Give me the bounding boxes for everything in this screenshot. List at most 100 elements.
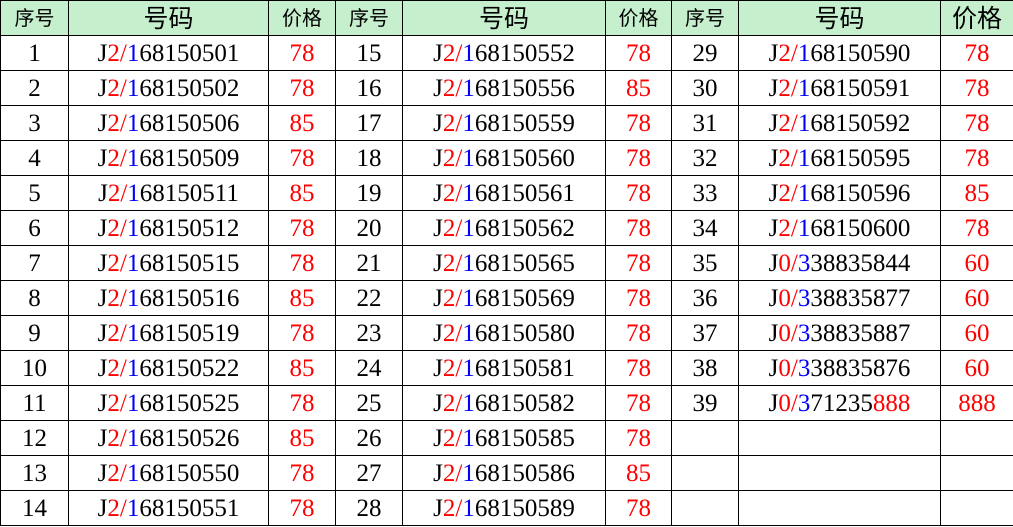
code-slash: / <box>119 389 127 417</box>
price-cell: 78 <box>940 105 1013 141</box>
code-blue-digit: 1 <box>126 249 140 277</box>
code-slash: / <box>119 144 127 172</box>
code-red-digit: 0 <box>778 249 791 277</box>
code-red-digit: 2 <box>442 494 456 522</box>
code-red-digit: 2 <box>107 144 120 172</box>
code-prefix: J <box>97 39 108 67</box>
serial-cell: 23 <box>335 315 403 351</box>
number-cell: J2/168150565 <box>402 245 606 281</box>
code-blue-digit: 1 <box>462 459 475 487</box>
serial-cell: 7 <box>0 245 69 281</box>
number-cell: J2/168150600 <box>738 210 941 246</box>
price-cell: 78 <box>940 70 1013 106</box>
table-row: 8 J2/168150516 85 22 J2/168150569 78 36 J0/3388… <box>0 280 1013 316</box>
number-cell: J2/168150509 <box>68 140 269 176</box>
serial-cell: 4 <box>0 140 69 176</box>
code-slash: / <box>119 39 127 67</box>
code-slash: / <box>790 179 798 207</box>
serial-cell: 33 <box>671 175 739 211</box>
number-cell: J2/168150589 <box>402 490 606 526</box>
code-digits: 68150565 <box>474 249 575 277</box>
code-digits: 68150589 <box>474 494 575 522</box>
serial-cell: 18 <box>335 140 403 176</box>
number-cell: J0/338835877 <box>738 280 941 316</box>
code-red-digit: 2 <box>442 319 456 347</box>
code-red-digit: 2 <box>107 459 120 487</box>
price-cell: 78 <box>605 140 672 176</box>
code-blue-digit: 1 <box>126 284 140 312</box>
code-digits: 68150552 <box>474 39 575 67</box>
table-row: 12 J2/168150526 85 26 J2/168150585 78 <box>0 420 1013 456</box>
code-blue-digit: 1 <box>462 424 475 452</box>
price-cell: 78 <box>268 140 336 176</box>
number-cell: J2/168150506 <box>68 105 269 141</box>
serial-cell: 27 <box>335 455 403 491</box>
code-red-digit: 2 <box>442 74 456 102</box>
serial-cell <box>671 455 739 491</box>
number-cell: J2/168150522 <box>68 350 269 386</box>
price-cell: 78 <box>940 140 1013 176</box>
price-cell: 85 <box>268 280 336 316</box>
number-cell: J2/168150516 <box>68 280 269 316</box>
code-red-digit: 2 <box>107 179 121 207</box>
code-slash: / <box>790 109 798 137</box>
serial-cell: 36 <box>671 280 739 316</box>
code-prefix: J <box>768 214 779 242</box>
serial-cell: 24 <box>335 350 403 386</box>
price-cell: 60 <box>940 280 1013 316</box>
number-cell: J2/168150501 <box>68 35 269 71</box>
price-cell: 78 <box>268 245 336 281</box>
serial-cell: 30 <box>671 70 739 106</box>
code-prefix: J <box>97 144 108 172</box>
code-red-digit: 2 <box>778 39 791 67</box>
price-cell: 78 <box>268 35 336 71</box>
code-red-digit: 2 <box>442 354 456 382</box>
code-prefix: J <box>97 214 108 242</box>
serial-cell: 39 <box>671 385 739 421</box>
header-number: 号码 <box>402 0 606 36</box>
code-blue-digit: 1 <box>462 354 475 382</box>
code-blue-digit: 1 <box>126 39 140 67</box>
code-blue-digit: 1 <box>462 249 475 277</box>
code-digits: 68150562 <box>474 214 575 242</box>
number-cell: J2/168150581 <box>402 350 606 386</box>
code-red-digit: 2 <box>778 74 791 102</box>
number-cell: J2/168150526 <box>68 420 269 456</box>
number-cell: J2/168150586 <box>402 455 606 491</box>
code-digits: 71235 <box>810 389 873 417</box>
number-cell: J2/168150585 <box>402 420 606 456</box>
code-blue-digit: 1 <box>127 179 140 207</box>
code-digits: 68150509 <box>139 144 240 172</box>
code-digits: 68150586 <box>474 459 575 487</box>
price-cell: 78 <box>605 175 672 211</box>
code-prefix: J <box>433 459 443 487</box>
code-slash: / <box>790 249 798 277</box>
serial-cell: 6 <box>0 210 69 246</box>
code-digits: 68150511 <box>139 179 239 207</box>
serial-cell: 13 <box>0 455 69 491</box>
code-red-digit: 2 <box>107 39 120 67</box>
serial-cell: 25 <box>335 385 403 421</box>
serial-cell: 5 <box>0 175 69 211</box>
price-cell: 78 <box>268 70 336 106</box>
table-body: 1 J2/168150501 78 15 J2/168150552 78 29 J2/1681… <box>0 35 1013 526</box>
code-blue-digit: 1 <box>797 144 811 172</box>
code-blue-digit: 1 <box>797 179 811 207</box>
number-cell: J2/168150511 <box>68 175 269 211</box>
header-price: 价格 <box>940 0 1013 36</box>
serial-cell: 12 <box>0 420 69 456</box>
serial-cell: 14 <box>0 490 69 526</box>
header-serial: 序号 <box>0 0 69 36</box>
code-digits: 68150502 <box>139 74 240 102</box>
header-serial: 序号 <box>671 0 739 36</box>
number-cell <box>738 490 941 526</box>
price-cell: 78 <box>605 315 672 351</box>
code-prefix: J <box>97 459 108 487</box>
code-prefix: J <box>433 424 443 452</box>
table-row: 11 J2/168150525 78 25 J2/168150582 78 39 J0/371… <box>0 385 1013 421</box>
code-blue-digit: 1 <box>126 74 140 102</box>
code-red-digit: 2 <box>107 284 120 312</box>
code-digits: 68150551 <box>139 494 240 522</box>
code-digits: 68150596 <box>810 179 911 207</box>
code-prefix: J <box>768 39 779 67</box>
